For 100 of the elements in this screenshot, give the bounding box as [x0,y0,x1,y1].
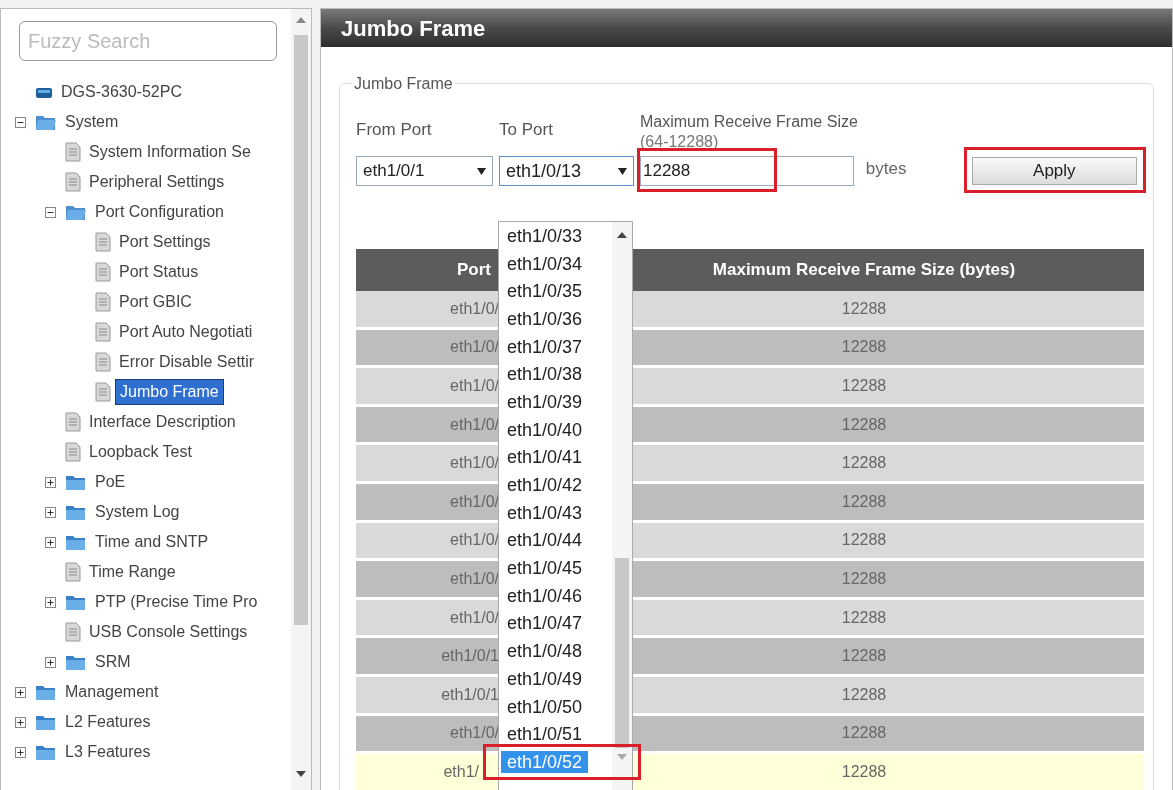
folder-icon [35,713,57,731]
table-cell-text: eth1/0/1 [441,646,499,667]
expand-icon[interactable] [44,476,56,488]
expand-icon[interactable] [14,686,26,698]
to-port-select[interactable]: eth1/0/13 [499,156,634,186]
table-cell-text: eth1/0/ [450,414,499,435]
table-cell-text: 12288 [841,491,887,512]
document-icon [65,412,81,432]
dropdown-option[interactable]: eth1/0/40 [501,418,589,441]
expand-icon[interactable] [14,746,26,758]
dropdown-option[interactable]: eth1/0/48 [501,640,589,663]
table-cell-text: 12288 [841,453,887,474]
folder-icon [35,743,57,761]
tree-item[interactable]: Port Configuration [91,200,228,224]
table-cell-text: eth1/ [443,761,479,782]
scrollbar-thumb[interactable] [615,558,629,748]
column-header: Port [456,259,492,282]
table-cell-text: 12288 [841,646,887,667]
tree-item[interactable]: Peripheral Settings [85,170,229,194]
field-label: Maximum Receive Frame Size [640,112,858,132]
table-cell-text: 12288 [841,607,887,628]
tree-item[interactable]: Management [61,680,163,704]
tree-item[interactable]: SRM [91,650,135,674]
dropdown-option[interactable]: eth1/0/36 [501,307,589,330]
document-icon [65,622,81,642]
tree-item[interactable]: Time Range [85,560,180,584]
collapse-icon[interactable] [44,206,56,218]
range-hint: (64-12288) [640,132,720,152]
table-cell-text: eth1/0/ [450,376,499,396]
tree-item[interactable]: Interface Description [85,410,240,434]
tree-item[interactable]: System Log [91,500,184,524]
tree-item[interactable]: Port Auto Negotiati [115,320,257,344]
tree-item[interactable]: USB Console Settings [85,620,252,644]
from-port-select[interactable]: eth1/0/1 [356,156,493,186]
frame-size-field[interactable]: 12288 [640,156,854,186]
document-icon [95,352,111,372]
dropdown-option[interactable]: eth1/0/44 [501,529,589,552]
document-icon [95,262,111,282]
dropdown-option[interactable]: eth1/0/34 [501,252,589,275]
apply-button[interactable]: Apply [971,157,1137,185]
table-cell-text: eth1/0/ [450,607,499,628]
scroll-down-icon[interactable] [296,771,306,777]
dropdown-option[interactable]: eth1/0/43 [501,501,589,524]
tree-item[interactable]: Time and SNTP [91,530,213,554]
table-cell-text: eth1/0/ [450,723,499,744]
folder-icon [65,203,87,221]
folder-icon [65,533,87,551]
tree-item[interactable]: System [61,110,123,134]
table-cell-text: eth1/0/ [450,337,499,358]
expand-icon[interactable] [44,506,56,518]
caret-icon [477,167,486,175]
table-cell-text: eth1/0/ [450,298,499,319]
tree-item[interactable]: Port Settings [115,230,215,254]
tree-item[interactable]: PoE [91,470,130,494]
table-cell-text: eth1/0/1 [441,684,499,705]
folder-icon [65,653,87,671]
tree-item[interactable]: L2 Features [61,710,155,734]
scroll-up-icon[interactable] [617,232,627,238]
document-icon [95,322,111,342]
expand-icon[interactable] [44,536,56,548]
tree-item[interactable]: Jumbo Frame [115,379,224,405]
dropdown-option[interactable]: eth1/0/51 [501,723,589,746]
table-cell-text: eth1/0/ [450,453,499,474]
scrollbar-thumb[interactable] [294,35,308,625]
table-cell-text: eth1/0/ [450,530,499,551]
folder-icon [35,113,57,131]
document-icon [65,562,81,582]
table-cell-text: 12288 [841,761,887,782]
dropdown-option[interactable]: eth1/0/41 [501,446,589,469]
search-field[interactable]: Fuzzy Search [19,21,277,61]
dropdown-option[interactable]: eth1/0/33 [501,224,589,247]
scrollbar[interactable] [291,9,311,790]
dropdown-option[interactable]: eth1/0/50 [501,695,589,718]
table-cell-text: 12288 [841,337,887,358]
dropdown-option[interactable]: eth1/0/47 [501,612,589,635]
tree-item[interactable]: System Information Se [85,140,255,164]
tree-item[interactable]: Loopback Test [85,440,196,464]
table-cell-text: 12288 [841,684,887,705]
expand-icon[interactable] [44,656,56,668]
folder-icon [65,593,87,611]
folder-icon [35,683,57,701]
tree-item[interactable]: Error Disable Settir [115,350,259,374]
tree-item[interactable]: Port Status [115,260,203,284]
tree-item[interactable]: PTP (Precise Time Pro [91,590,262,614]
document-icon [95,382,111,402]
scrollbar[interactable] [612,222,632,790]
expand-icon[interactable] [44,596,56,608]
dropdown-option[interactable]: eth1/0/37 [501,335,589,358]
document-icon [95,292,111,312]
field-label: From Port [356,118,433,141]
table-cell-text: eth1/0/ [450,568,499,589]
expand-icon[interactable] [14,716,26,728]
document-icon [65,172,81,192]
tree-item[interactable]: DGS-3630-52PC [57,80,186,104]
tree-item[interactable]: Port GBIC [115,290,196,314]
table-cell-text: 12288 [841,414,887,435]
folder-icon [65,503,87,521]
folder-icon [65,473,87,491]
collapse-icon[interactable] [14,116,26,128]
tree-item[interactable]: L3 Features [61,740,155,764]
